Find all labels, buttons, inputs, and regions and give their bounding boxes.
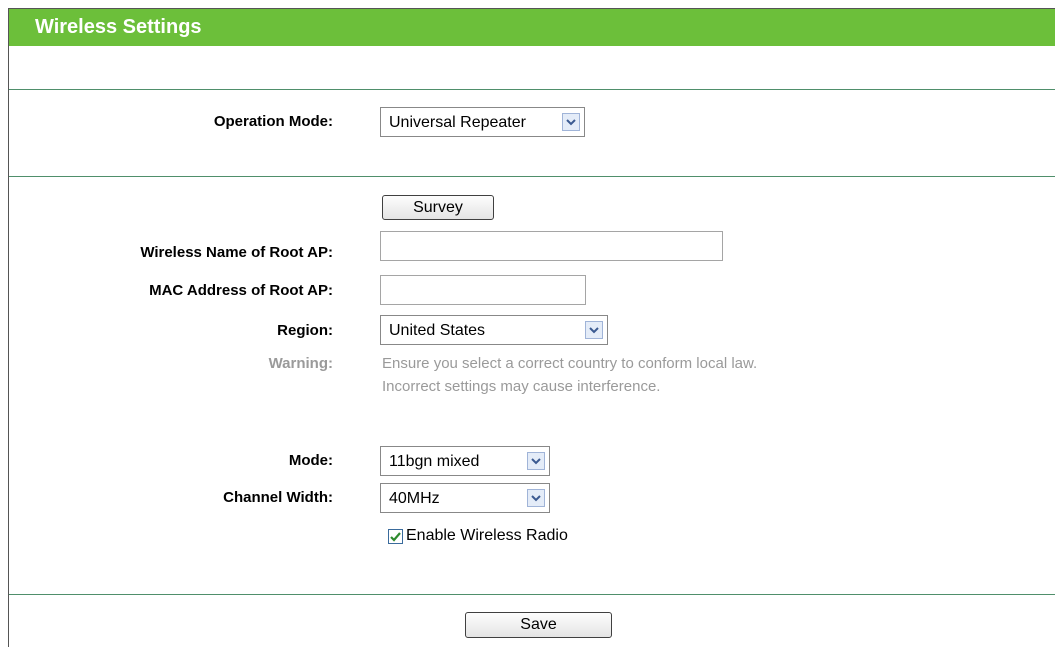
channel-width-select[interactable]: 40MHz <box>380 483 550 513</box>
checkmark-icon <box>390 531 401 542</box>
operation-mode-label: Operation Mode: <box>213 113 333 130</box>
warning-label: Warning: <box>268 355 333 372</box>
root-ap-mac-input[interactable] <box>380 275 586 305</box>
region-value: United States <box>389 322 486 339</box>
divider <box>9 176 1055 177</box>
settings-panel: Wireless Settings Operation Mode: Univer… <box>8 8 1055 647</box>
save-button[interactable]: Save <box>465 612 612 638</box>
region-select[interactable]: United States <box>380 315 608 345</box>
chevron-down-icon[interactable] <box>527 489 545 507</box>
chevron-down-icon[interactable] <box>585 321 603 339</box>
enable-wireless-radio-label: Enable Wireless Radio <box>406 527 568 544</box>
mode-label: Mode: <box>288 452 333 469</box>
operation-mode-value: Universal Repeater <box>389 114 526 131</box>
operation-mode-select[interactable]: Universal Repeater <box>380 107 585 137</box>
channel-width-value: 40MHz <box>389 490 440 507</box>
divider <box>9 594 1055 595</box>
region-label: Region: <box>277 322 333 339</box>
warning-text-line1: Ensure you select a correct country to c… <box>382 355 758 372</box>
page-title: Wireless Settings <box>35 16 202 38</box>
mode-value: 11bgn mixed <box>389 453 480 470</box>
survey-button[interactable]: Survey <box>382 195 494 220</box>
root-ap-name-input[interactable] <box>380 231 723 261</box>
page-header: Wireless Settings <box>9 9 1055 46</box>
enable-wireless-radio-checkbox[interactable] <box>388 529 403 544</box>
divider <box>9 89 1055 90</box>
chevron-down-icon[interactable] <box>562 113 580 131</box>
mode-select[interactable]: 11bgn mixed <box>380 446 550 476</box>
root-ap-name-label: Wireless Name of Root AP: <box>140 244 333 261</box>
root-ap-mac-label: MAC Address of Root AP: <box>149 282 333 299</box>
warning-text-line2: Incorrect settings may cause interferenc… <box>382 378 661 395</box>
chevron-down-icon[interactable] <box>527 452 545 470</box>
channel-width-label: Channel Width: <box>223 489 333 506</box>
